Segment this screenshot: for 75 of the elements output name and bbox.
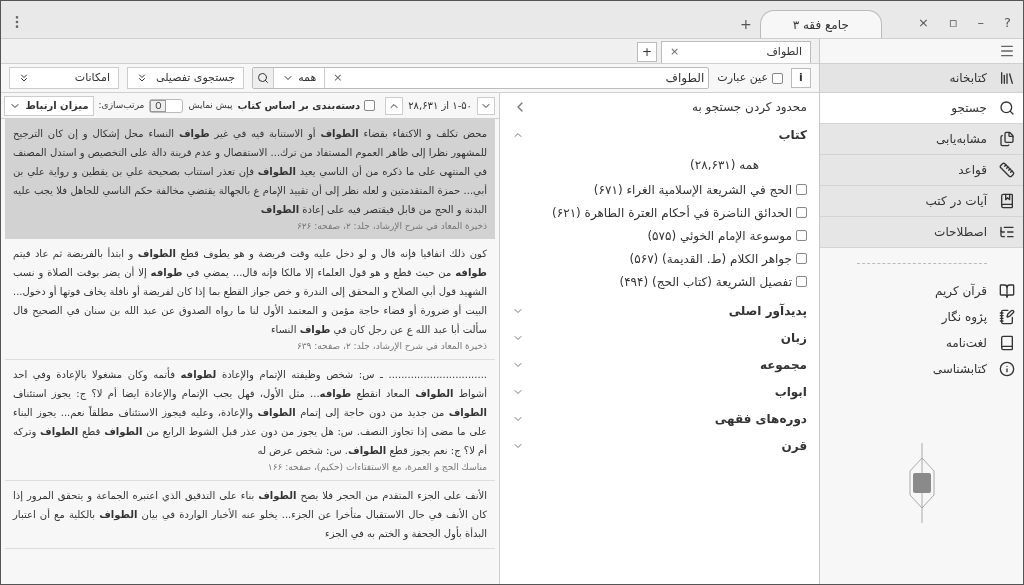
sort-dropdown[interactable]: میزان ارتباط <box>4 95 94 116</box>
info-button[interactable]: i <box>791 68 811 88</box>
filter-section-header[interactable]: زبان <box>500 324 819 351</box>
window-control[interactable]: ▫ <box>944 13 962 33</box>
clear-button[interactable]: × <box>325 69 351 87</box>
checkbox[interactable] <box>796 253 807 264</box>
new-tab-button[interactable]: + <box>731 10 760 38</box>
window-control[interactable]: × <box>913 13 933 33</box>
sidebar-item[interactable]: جستجو <box>820 93 1023 124</box>
checkbox[interactable] <box>796 230 807 241</box>
tool-icon <box>999 100 1015 116</box>
double-chevron-icon <box>18 72 30 84</box>
document-tab[interactable]: الطواف × <box>661 41 811 63</box>
options-button[interactable]: امکانات <box>9 67 119 89</box>
app-tab[interactable]: جامع فقه ۳ <box>759 10 882 38</box>
filter-section-header[interactable]: قرن <box>500 432 819 459</box>
tool-icon <box>999 131 1015 147</box>
filter-option[interactable]: موسوعة الإمام الخوئي (۵۷۵) <box>647 226 792 245</box>
result-text: كون ذلك اتفاقيا فإنه قال و لو دخل عليه وقت فريضة و هو يطوف قطع الطواف و ابتدأ بالفريضة ثم عاد فيتم طوافه من حيث قطع و هو قول العلماء إلا مالكا فإنه قال... يمضي في طوافه إلا أن يضر بوقت الصلاة و نسب الشهيد قول أبي الصلاح و المحقق إلى الندرة و خص جواز القطع بما إذا كان لفريضة أو نافلة يخاف فوتها أو دخول... البيت أو ضرورة أو قضاء حاجة مؤمن و المعتمد الأول لنا ما رواه الصدوق عن عبد الله بن سنان في الصحيح قال سألت أبا عبد الله ع عن رجل كان في طواف النساء <box>13 246 487 338</box>
sidebar-label: کتابخانه <box>949 70 987 87</box>
advanced-search-button[interactable]: جستجوی تفصیلی <box>127 67 245 89</box>
search-button[interactable] <box>253 68 275 88</box>
sidebar-item[interactable]: اصطلاحات <box>820 217 1023 248</box>
sidebar-item[interactable]: قواعد <box>820 155 1023 186</box>
double-chevron-icon <box>136 72 148 84</box>
checkbox[interactable] <box>772 72 783 84</box>
sidebar-item[interactable]: مشابه‌یابی <box>820 124 1023 155</box>
result-source: ذخيرة المعاد في شرح الإرشاد، جلد: ٢، صفحه: ۶۲۶ <box>295 220 487 233</box>
filter-section-header[interactable]: پدیدآور اصلی <box>500 297 819 324</box>
result-text: ............................... ـ س: شخص وظيفته الإتمام والإعادة لطوافه فأتمه وكان مشغولا بالإعادة وفي احد أشواط الطواف المعاد انقطع طوافه... مثل الأول، فهل يجب الإتمام والإعادة ايضا أم لا؟ ج: يجوز استئناف الطواف من جديد من دون حاجة إلى إتمام الطواف والإعادة، وعليه فيجوز الاستئناف مطلقاً نعم... يجوز البناء على ما مضى إذا تجاوز النصف. س: هل يجوز من دون عذر قبل الشوط الرابع من الطواف قطع الطواف وتركه أم لا؟ ج: نعم يجوز قطع الطواف. س: شخص عرض له <box>13 366 487 459</box>
filter-section-header[interactable]: دوره‌های فقهی <box>500 405 819 432</box>
sidebar-item[interactable]: کتابشناسی <box>820 356 1023 382</box>
checkbox[interactable] <box>796 207 807 218</box>
window-control[interactable]: ? <box>1000 13 1015 33</box>
filter-section-header[interactable]: ابواب <box>500 378 819 405</box>
preview-label: پیش نمایش <box>188 98 233 112</box>
filter-option[interactable]: تفصيل الشريعة (كتاب الحج) (۴۹۴) <box>619 272 792 291</box>
search-field[interactable]: الطواف × همه <box>252 67 710 89</box>
sidebar-header[interactable]: کتابخانه <box>820 63 1023 93</box>
sidebar-item[interactable]: آیات در کتب <box>820 186 1023 217</box>
sidebar-item[interactable]: پژوه نگار <box>820 304 1023 330</box>
logo-emblem-icon <box>906 443 937 523</box>
sidebar-item[interactable]: لغت‌نامه <box>820 330 1023 356</box>
window-control[interactable]: – <box>973 13 989 33</box>
search-icon <box>257 72 270 84</box>
result-source: مناسك الحج و العمرة، مع الاستفتاءات (حكيم)، صفحه: ۱۶۶ <box>266 461 487 475</box>
sidebar-item[interactable]: قرآن کریم <box>820 278 1023 304</box>
result-source: ذخيرة المعاد في شرح الإرشاد، جلد: ٢، صفحه: ۶۳۹ <box>295 340 487 353</box>
sort-label: مرتب‌سازی: <box>98 98 145 112</box>
checkbox[interactable] <box>796 276 807 287</box>
library-icon <box>999 70 1015 86</box>
previous-button[interactable] <box>385 96 404 115</box>
filter-option[interactable]: الحج في الشريعة الإسلامية الغراء (۶۷۱) <box>593 180 792 199</box>
close-tab-button[interactable]: × <box>670 44 680 61</box>
checkbox-label: عین عبارت <box>717 69 768 86</box>
filter-section-header[interactable]: مجموعه <box>500 351 819 378</box>
add-tab-button[interactable]: + <box>637 42 657 62</box>
results-range: ۱-۵۰ از ۲۸,۶۳۱ <box>408 99 472 113</box>
tool-icon <box>999 193 1015 209</box>
filter-section-header[interactable]: کتاب <box>500 121 819 148</box>
checkbox[interactable] <box>796 184 807 195</box>
result-text: محض تكلف و الاكتفاء بقضاء الطواف أو الاستنابة فيه في غير طواف النساء محل إشكال و إن كان الترجيح للمشهور نظرا إلى ظاهر العموم المستفاد من ترك... الاستفصال و عدم قرينة دالة على التخصيص و استدل المصنف في المنتهى على ما ذكره من أن الناسي يعيد الطواف فإن تعذر استتاب بصحيحة علي بن يقطين و رواية علي بن أبي... حمزة المتقدمتين و لعله نظر إلى أن تقييد الإمام ع بالجهالة يقتضي مخالفة حكم الناسي للجاهل فلا يجب عليه البدنة و الحج من قابل فيقتصر فيه على إعادة الطواف <box>13 126 487 218</box>
next-button[interactable] <box>477 96 495 115</box>
filter-option[interactable]: جواهر الكلام (ط. القديمة) (۵۶۷) <box>629 249 792 268</box>
filter-option[interactable]: همه (۲۸,۶۳۱) <box>690 156 759 174</box>
result-card[interactable] <box>5 119 495 239</box>
panel-title: محدود کردن جستجو به <box>692 99 807 116</box>
checkbox-label: دسته‌بندی بر اساس کتاب <box>237 99 361 113</box>
filter-option[interactable]: الحدائق الناضرة في أحكام العترة الطاهرة (۶۲۱) <box>552 203 792 222</box>
checkbox[interactable] <box>364 100 376 111</box>
result-text: الأنف على الجزء المتقدم من الحجر فلا يصح الطواف بناء على التدقيق الذي اعتبره الجماعة و يتحقق المرور إذا كان الأنف في حال الاستقبال متأخرا عن الجزء... يخلو عنه الأخبار الواردة في بيان الطواف بالكلية مع أن اعتبار البدأة بأول الجحفة و الختم به في الجزء <box>13 488 487 542</box>
tool-icon <box>999 162 1015 178</box>
preview-toggle[interactable]: O <box>149 98 184 113</box>
menu-icon[interactable] <box>999 43 1015 59</box>
tool-icon <box>999 224 1015 240</box>
